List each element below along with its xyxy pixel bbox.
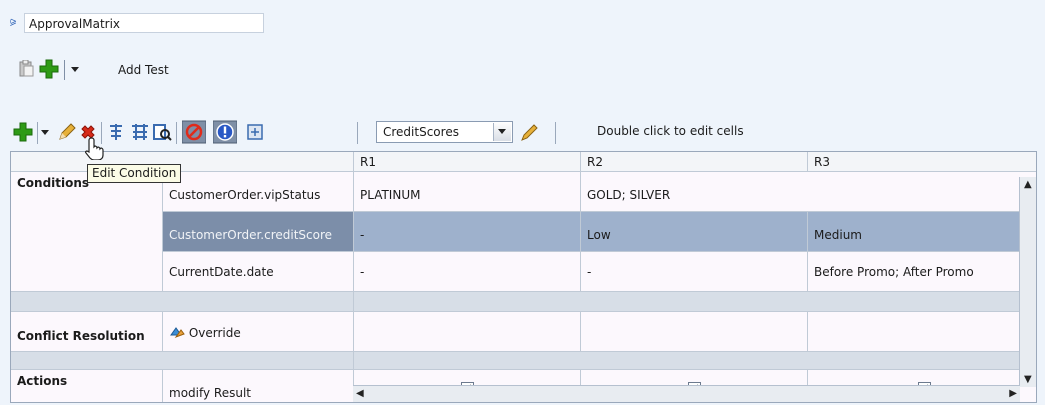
condition-cell-r2[interactable]: Low — [581, 212, 808, 252]
column-header-r2[interactable]: R2 — [581, 152, 808, 172]
add-rule-icon[interactable] — [13, 120, 33, 144]
compact-table-icon[interactable] — [246, 120, 264, 144]
condition-cell-r2[interactable]: - — [581, 252, 808, 292]
toolbar-separator — [176, 122, 177, 144]
conflict-warning-icon[interactable] — [213, 120, 237, 144]
override-value: Override — [188, 326, 241, 340]
edit-condition-pencil-icon[interactable] — [57, 120, 77, 144]
scroll-right-arrow-icon[interactable]: ▶ — [1009, 388, 1017, 399]
hand-cursor-icon — [84, 137, 104, 160]
condition-cell-r3[interactable]: Medium — [808, 212, 1036, 252]
section-gap — [11, 292, 354, 312]
conditions-section-label: Conditions — [11, 172, 163, 292]
bucketset-select-value: CreditScores — [383, 125, 459, 139]
dropdown-arrow-icon[interactable] — [40, 120, 50, 144]
grid-corner-header — [11, 152, 354, 172]
toolbar-separator — [357, 122, 358, 144]
decision-table-name-field[interactable]: ApprovalMatrix — [24, 13, 264, 33]
edit-bucketset-pencil-icon[interactable] — [518, 121, 540, 143]
edit-hint-text: Double click to edit cells — [597, 124, 744, 138]
override-icon — [170, 327, 185, 339]
merge-table-icon[interactable] — [130, 120, 150, 144]
conflict-resolution-label: Conflict Resolution — [11, 312, 163, 352]
action-name-modify-result[interactable]: modify Result — [163, 370, 354, 402]
find-gaps-icon[interactable] — [152, 120, 172, 144]
section-gap — [354, 352, 1036, 370]
paste-icon[interactable] — [19, 60, 34, 77]
horizontal-scrollbar[interactable]: ◀ ▶ — [353, 385, 1020, 402]
scroll-left-arrow-icon[interactable]: ◀ — [356, 388, 364, 399]
actions-section-label: Actions — [11, 370, 163, 402]
dropdown-arrow-icon — [498, 129, 506, 134]
decision-table-grid[interactable]: R1 R2 R3 Conditions CustomerOrder.vipSta… — [10, 151, 1037, 403]
conflict-cell-r2[interactable] — [581, 312, 808, 352]
conflict-cell-r3[interactable] — [808, 312, 1036, 352]
section-gap — [354, 292, 1036, 312]
conflict-resolution-cell[interactable]: Override — [163, 312, 354, 352]
add-icon[interactable] — [39, 59, 59, 79]
condition-name-creditscore[interactable]: CustomerOrder.creditScore — [163, 212, 354, 252]
toolbar-separator — [64, 60, 65, 80]
dropdown-arrow-icon[interactable] — [70, 64, 80, 74]
toolbar-separator — [37, 122, 38, 144]
condition-cell-r1[interactable]: PLATINUM — [354, 172, 581, 212]
scroll-down-arrow-icon[interactable]: ▼ — [1024, 374, 1032, 385]
condition-name-vipstatus[interactable]: CustomerOrder.vipStatus — [163, 172, 354, 212]
scroll-up-arrow-icon[interactable]: ▲ — [1024, 179, 1032, 190]
bucketset-select[interactable]: CreditScores — [376, 121, 513, 143]
condition-cell-r1[interactable]: - — [354, 212, 581, 252]
column-header-r1[interactable]: R1 — [354, 152, 581, 172]
column-header-r3[interactable]: R3 — [808, 152, 1036, 172]
conflict-cell-r1[interactable] — [354, 312, 581, 352]
bucketset-dropdown-button[interactable] — [493, 123, 511, 141]
collapse-chevron-icon[interactable]: ⪩ — [10, 16, 22, 28]
add-test-button[interactable]: Add Test — [118, 63, 169, 77]
edit-condition-tooltip: Edit Condition — [87, 164, 182, 183]
toolbar-separator — [555, 122, 556, 144]
split-table-icon[interactable] — [107, 120, 125, 144]
condition-cell-r1[interactable]: - — [354, 252, 581, 292]
condition-cell-r2-r3-merged[interactable]: GOLD; SILVER — [581, 172, 1036, 212]
condition-cell-r3[interactable]: Before Promo; After Promo — [808, 252, 1036, 292]
section-gap — [11, 352, 354, 370]
condition-name-currentdate[interactable]: CurrentDate.date — [163, 252, 354, 292]
vertical-scrollbar[interactable]: ▲ ▼ — [1019, 177, 1036, 387]
disable-icon[interactable] — [182, 120, 206, 144]
